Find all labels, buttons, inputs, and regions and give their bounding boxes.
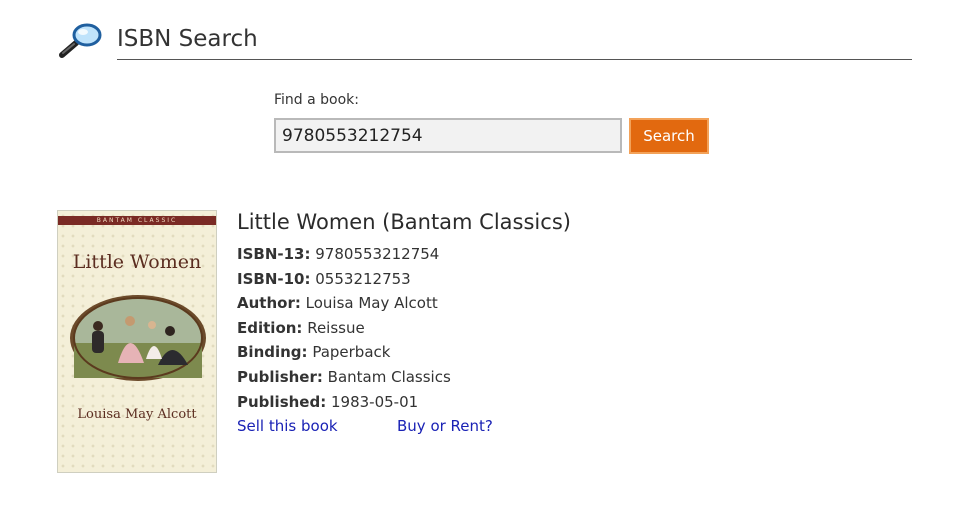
cover-series-text: BANTAM CLASSIC [96,217,178,224]
cover-illustration [70,295,206,381]
detail-value: Louisa May Alcott [305,294,438,313]
buy-or-rent-link[interactable]: Buy or Rent? [397,414,493,438]
detail-label: ISBN-13: [237,245,311,263]
detail-row-author: Author: Louisa May Alcott [237,291,451,316]
detail-value: Reissue [307,318,365,337]
book-details: ISBN-13: 9780553212754 ISBN-10: 05532127… [237,242,451,414]
detail-label: Binding: [237,343,308,362]
detail-label: Publisher: [237,367,323,386]
book-cover-image: BANTAM CLASSIC Little Women Louisa May A… [57,210,217,473]
search-button[interactable]: Search [629,118,709,154]
cover-title: Little Women [72,251,202,273]
detail-label: ISBN-10: [237,269,311,288]
title-divider [117,59,912,60]
book-links: Sell this book Buy or Rent? [237,414,493,438]
search-input[interactable] [274,118,622,153]
detail-value: 1983-05-01 [331,392,419,411]
cover-author: Louisa May Alcott [77,407,197,422]
detail-value: Bantam Classics [327,367,451,386]
sell-book-link[interactable]: Sell this book [237,417,338,435]
detail-label: Published: [237,392,327,411]
detail-row-edition: Edition: Reissue [237,316,451,341]
detail-row-binding: Binding: Paperback [237,340,451,365]
detail-label: Edition: [237,318,303,337]
book-title: Little Women (Bantam Classics) [237,210,571,234]
detail-value: Paperback [312,343,391,362]
detail-label: Author: [237,294,301,313]
detail-row-published: Published: 1983-05-01 [237,390,451,415]
detail-row-publisher: Publisher: Bantam Classics [237,365,451,390]
detail-value: 0553212753 [315,269,411,288]
detail-row-isbn10: ISBN-10: 0553212753 [237,267,451,292]
detail-value: 9780553212754 [315,245,440,263]
search-label: Find a book: [274,92,360,108]
page-title: ISBN Search [117,26,258,52]
detail-row-isbn13: ISBN-13: 9780553212754 [237,242,451,267]
magnifying-glass-icon [59,23,102,58]
